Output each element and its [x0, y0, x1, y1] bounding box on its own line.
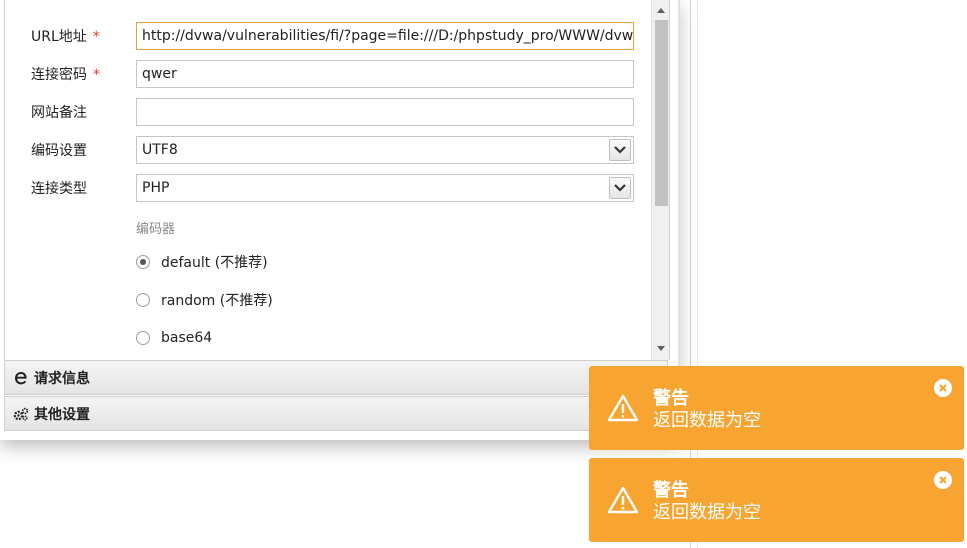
encoder-option-base64[interactable]: base64: [136, 328, 212, 348]
warning-triangle-icon: [607, 394, 639, 422]
toast-message: 返回数据为空: [653, 502, 761, 523]
radio-button[interactable]: [136, 293, 150, 307]
connection-type-label: 连接类型: [31, 181, 87, 197]
encoder-option-label: base64: [161, 330, 213, 346]
panel-title: 请求信息: [34, 370, 90, 387]
encoding-select[interactable]: UTF8: [136, 136, 634, 164]
scroll-up-arrow-icon[interactable]: [652, 2, 669, 18]
encoder-option-label: default (不推荐): [161, 255, 268, 271]
gears-icon: [13, 406, 29, 422]
form-scrollbar[interactable]: [651, 0, 669, 360]
connection-type-select[interactable]: PHP: [136, 174, 634, 202]
password-label: 连接密码 *: [31, 67, 100, 83]
warning-toast[interactable]: 警告 返回数据为空: [589, 458, 964, 542]
scrollbar-thumb[interactable]: [655, 20, 668, 206]
basic-info-form: URL地址 * http://dvwa/vulnerabilities/fi/?p…: [4, 0, 670, 360]
panel-title: 其他设置: [34, 406, 90, 423]
close-icon[interactable]: [934, 471, 952, 489]
encoder-option-label: random (不推荐): [161, 293, 273, 309]
radio-checked-dot: [140, 259, 146, 265]
note-input[interactable]: [136, 98, 634, 126]
encoder-option-random[interactable]: random (不推荐): [136, 290, 273, 310]
password-input[interactable]: qwer: [136, 60, 634, 88]
scroll-down-arrow-icon[interactable]: [652, 340, 669, 356]
request-info-panel-header[interactable]: 请求信息: [4, 360, 668, 395]
close-icon[interactable]: [934, 379, 952, 397]
add-shell-dialog: URL地址 * http://dvwa/vulnerabilities/fi/?p…: [0, 0, 680, 440]
url-label: URL地址 *: [31, 29, 100, 45]
warning-triangle-icon: [607, 486, 639, 514]
encoder-option-default[interactable]: default (不推荐): [136, 252, 268, 272]
required-mark: *: [93, 67, 100, 83]
toast-message: 返回数据为空: [653, 410, 761, 431]
chevron-down-icon[interactable]: [609, 177, 631, 199]
encoding-label: 编码设置: [31, 143, 87, 159]
warning-toast[interactable]: 警告 返回数据为空: [589, 366, 964, 450]
url-input[interactable]: http://dvwa/vulnerabilities/fi/?page=fil…: [136, 22, 634, 50]
encoder-heading: 编码器: [136, 222, 176, 237]
radio-button[interactable]: [136, 255, 150, 269]
chevron-down-icon[interactable]: [609, 139, 631, 161]
radio-button[interactable]: [136, 331, 150, 345]
other-settings-panel-header[interactable]: 其他设置: [4, 396, 668, 431]
required-mark: *: [92, 29, 100, 45]
request-e-icon: [13, 370, 29, 386]
note-label: 网站备注: [31, 105, 87, 121]
encoding-selected-value: UTF8: [142, 142, 178, 158]
connection-type-selected-value: PHP: [142, 180, 170, 196]
